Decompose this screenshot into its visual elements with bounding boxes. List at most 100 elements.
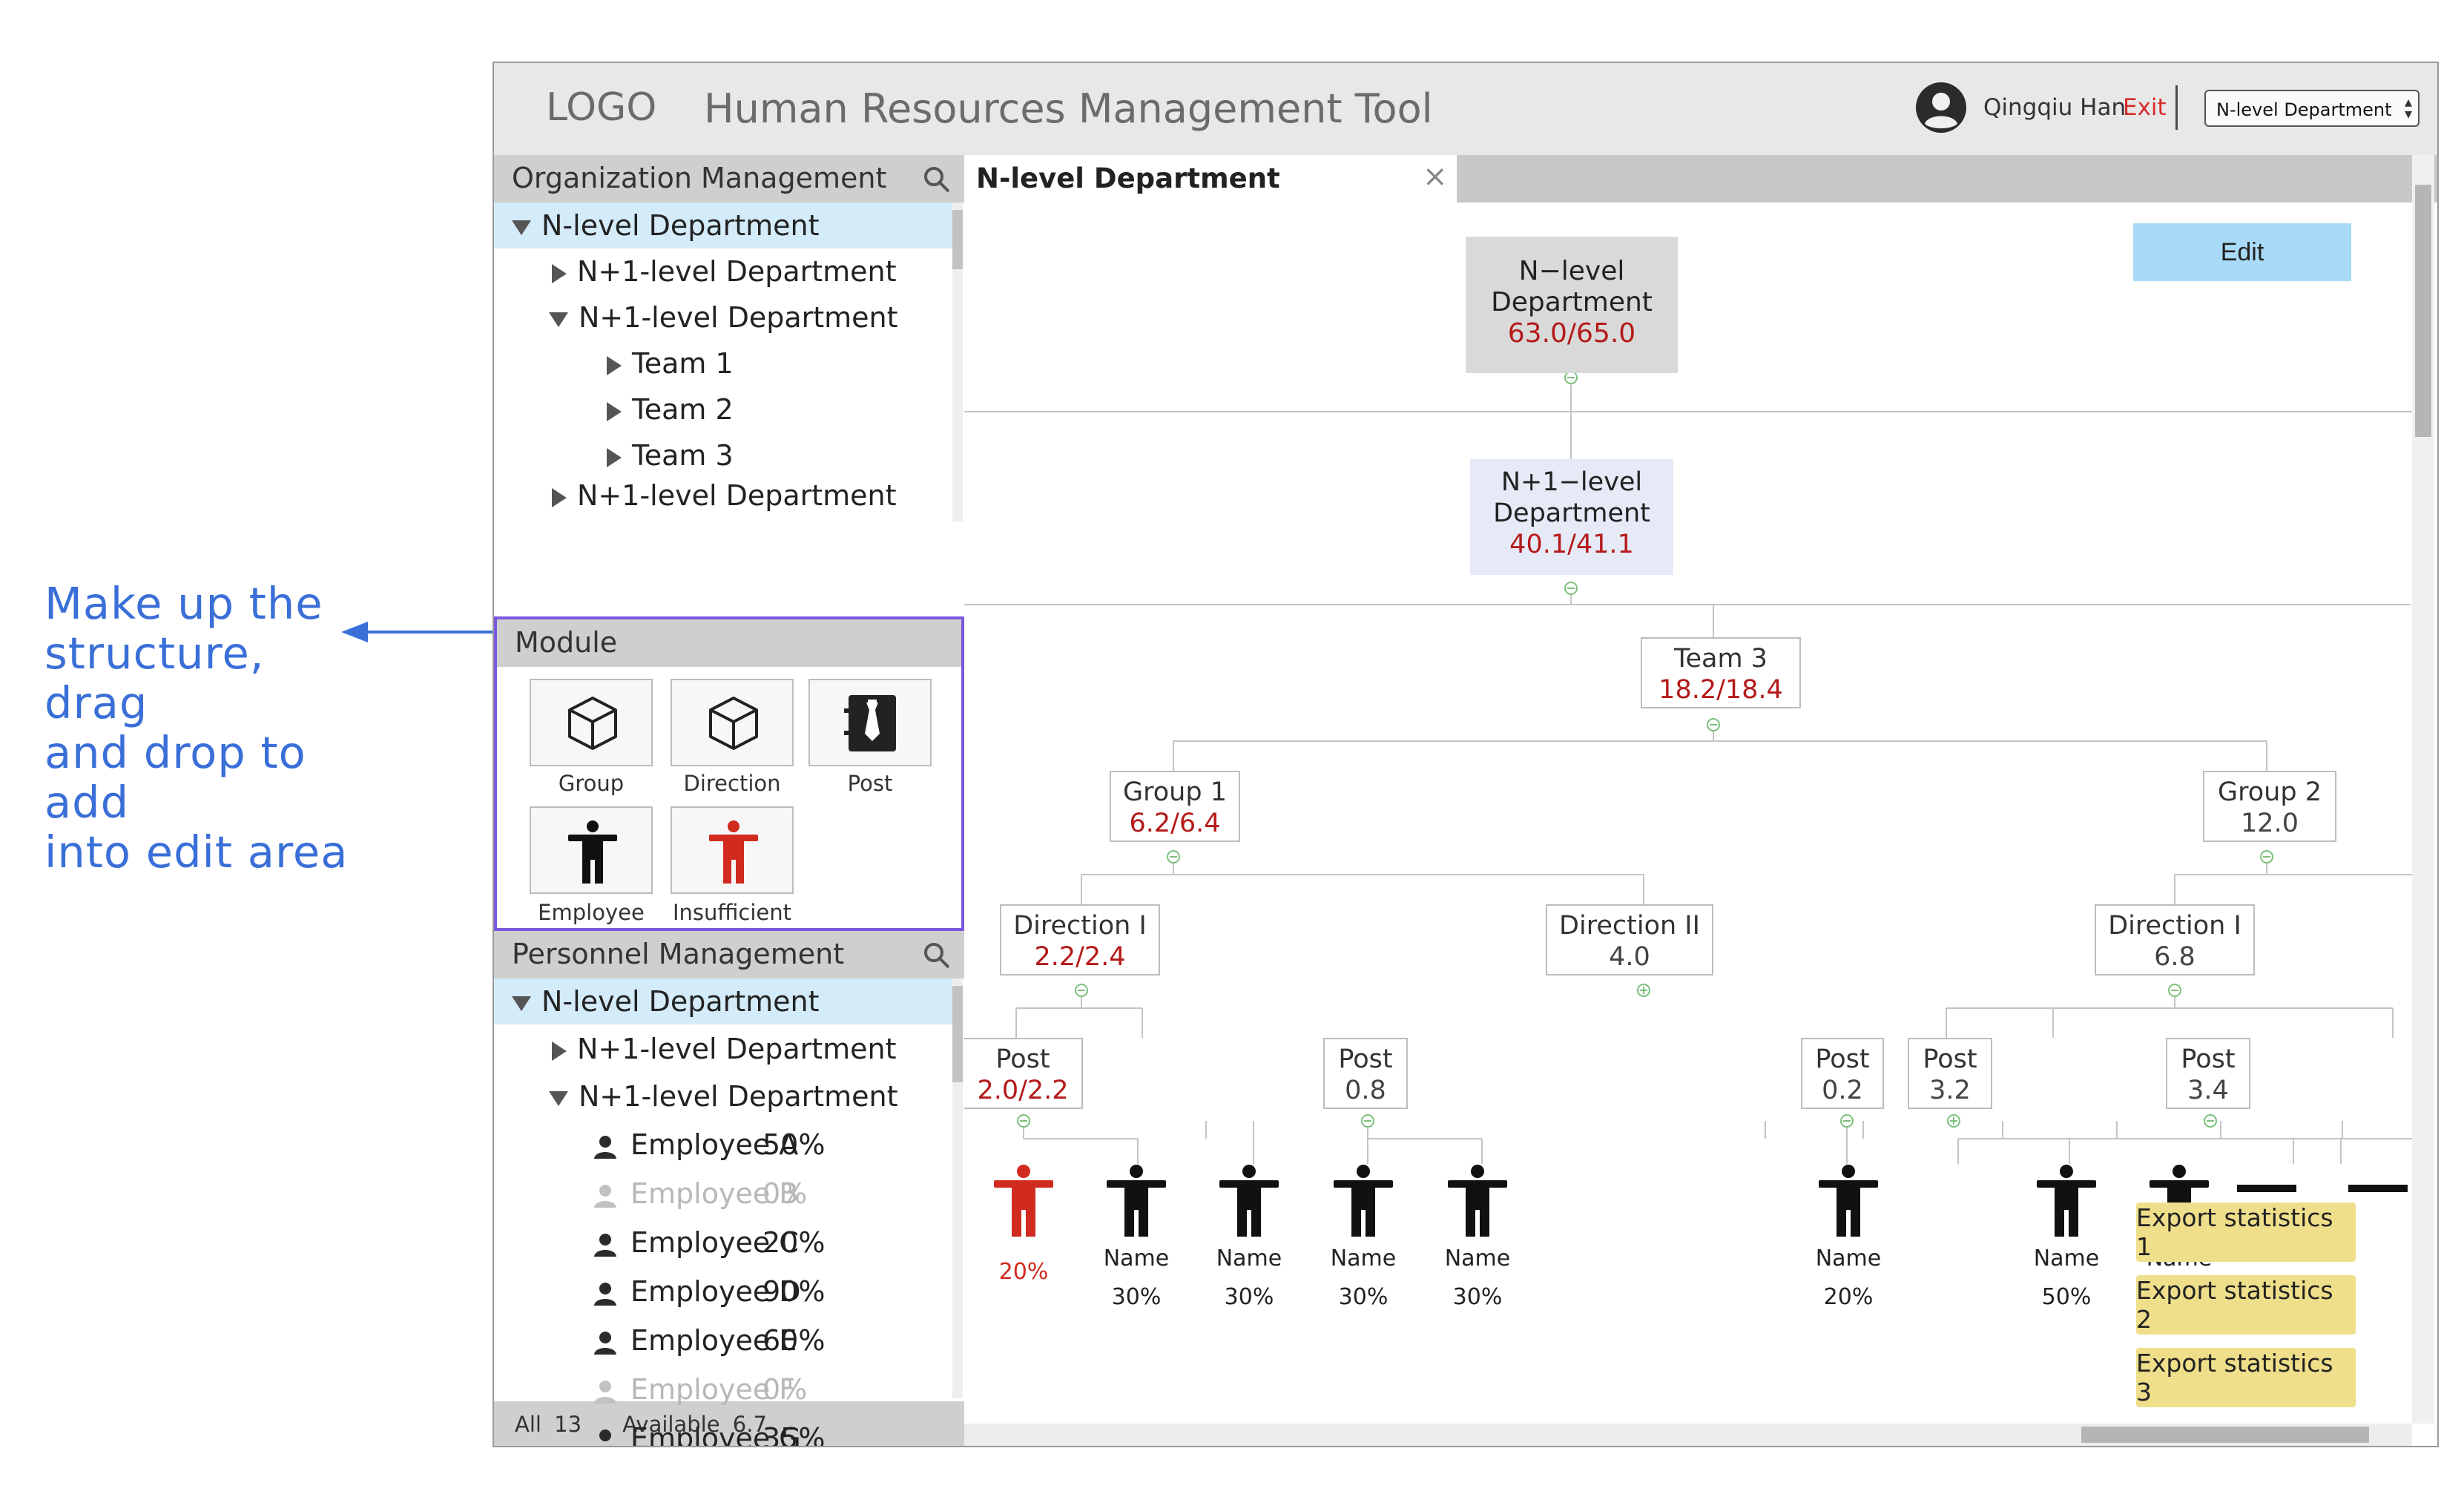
person-icon[interactable] xyxy=(1811,1164,1885,1238)
node-post[interactable]: Post 0.2 xyxy=(1801,1038,1884,1109)
person-icon xyxy=(2237,1185,2408,1192)
user-name: Qingqiu Han xyxy=(1983,94,2127,121)
search-icon[interactable] xyxy=(923,165,951,194)
node-direction-ii[interactable]: Direction II 4.0 xyxy=(1546,904,1713,975)
personnel-scroll-thumb[interactable] xyxy=(952,986,963,1082)
tree-item-team-1[interactable]: Team 1 xyxy=(607,340,734,386)
module-label: Group xyxy=(558,771,625,796)
person-name: Name xyxy=(1330,1246,1397,1271)
person-icon[interactable] xyxy=(1326,1164,1400,1238)
tree-item-team-2[interactable]: Team 2 xyxy=(607,386,734,432)
node-value: 63.0/65.0 xyxy=(1507,318,1636,349)
module-group[interactable] xyxy=(530,679,653,766)
node-team-3[interactable]: Team 3 18.2/18.4 xyxy=(1641,637,1801,708)
export-statistics-1[interactable]: Export statistics 1 xyxy=(2136,1202,2356,1262)
org-scrollbar[interactable] xyxy=(952,203,963,522)
caret-down-icon[interactable] xyxy=(512,220,531,235)
person-allocation: 20% xyxy=(1823,1284,1874,1310)
caret-right-icon[interactable] xyxy=(607,355,622,375)
export-statistics-3[interactable]: Export statistics 3 xyxy=(2136,1348,2356,1407)
module-label: Employee xyxy=(538,900,645,925)
tree-item-n1-level-department[interactable]: N+1-level Department xyxy=(552,1026,897,1072)
caret-right-icon[interactable] xyxy=(552,487,567,507)
all-label: All xyxy=(515,1412,541,1437)
caret-down-icon[interactable] xyxy=(549,312,568,327)
tree-item-n1-level-department[interactable]: N+1-level Department xyxy=(552,473,897,519)
node-direction-i[interactable]: Direction I 2.2/2.4 xyxy=(1000,904,1160,975)
module-panel-header: Module xyxy=(497,619,961,667)
employee-row[interactable]: Employee C 20% xyxy=(592,1219,825,1266)
node-title: Direction I xyxy=(2108,911,2241,941)
person-icon[interactable] xyxy=(1440,1164,1515,1238)
tree-item-n1-level-department[interactable]: N+1-level Department xyxy=(552,249,897,295)
tree-item-n1-level-department[interactable]: N+1-level Department xyxy=(549,1073,898,1119)
node-post[interactable]: Post 2.0/2.2 xyxy=(964,1038,1083,1109)
user-icon xyxy=(594,1233,616,1257)
node-title: Direction I xyxy=(1013,911,1147,941)
employee-row[interactable]: Employee F 0% xyxy=(592,1366,807,1413)
tree-item-label: N+1-level Department xyxy=(579,301,898,334)
caret-down-icon[interactable] xyxy=(512,996,531,1011)
node-n1-level-department[interactable]: N+1−level Department 40.1/41.1 xyxy=(1470,459,1673,575)
employee-row[interactable]: Employee B 0% xyxy=(592,1170,807,1217)
tree-item-team-3[interactable]: Team 3 xyxy=(607,432,734,478)
insufficient-person-icon[interactable] xyxy=(986,1164,1061,1238)
vertical-scroll-thumb[interactable] xyxy=(2415,185,2431,437)
person-icon[interactable] xyxy=(2029,1164,2104,1238)
employee-allocation: 60% xyxy=(762,1324,826,1357)
search-icon[interactable] xyxy=(923,941,951,970)
caret-right-icon[interactable] xyxy=(607,401,622,421)
tree-item-n-level-department[interactable]: N-level Department xyxy=(494,203,954,249)
cube-icon xyxy=(568,697,617,750)
caret-down-icon[interactable] xyxy=(549,1090,568,1106)
node-value: 0.2 xyxy=(1822,1076,1863,1105)
employee-row[interactable]: Employee A 50% xyxy=(592,1121,825,1168)
person-name: Name xyxy=(1444,1246,1511,1271)
employee-row[interactable]: Employee G 35% xyxy=(592,1415,825,1446)
tree-item-label: N+1-level Department xyxy=(579,1080,898,1113)
logo: LOGO xyxy=(546,85,657,130)
node-value: 3.2 xyxy=(1929,1076,1971,1105)
employee-row[interactable]: Employee D 90% xyxy=(592,1268,825,1315)
person-name: Name xyxy=(1216,1246,1282,1271)
node-post[interactable]: Post 3.4 xyxy=(2166,1038,2250,1109)
export-statistics-2[interactable]: Export statistics 2 xyxy=(2136,1275,2356,1335)
app-title: Human Resources Management Tool xyxy=(704,85,1433,132)
edit-area-vertical-scrollbar[interactable] xyxy=(2412,155,2434,1424)
module-insufficient[interactable] xyxy=(671,806,794,894)
caret-right-icon[interactable] xyxy=(607,447,622,467)
user-icon xyxy=(594,1135,616,1159)
edit-area-horizontal-scrollbar[interactable] xyxy=(964,1424,2412,1446)
node-group-1[interactable]: Group 1 6.2/6.4 xyxy=(1110,771,1240,842)
person-name: Name xyxy=(1103,1246,1170,1271)
node-subtitle: Department xyxy=(1493,499,1650,528)
employee-row[interactable]: Employee E 60% xyxy=(592,1317,825,1364)
node-n-level-department[interactable]: N−level Department 63.0/65.0 xyxy=(1466,237,1678,373)
node-direction-i[interactable]: Direction I 6.8 xyxy=(2095,904,2255,975)
node-group-2[interactable]: Group 2 12.0 xyxy=(2203,771,2336,842)
annotation-line: structure, drag xyxy=(45,628,265,728)
exit-link[interactable]: Exit xyxy=(2123,94,2167,121)
module-post[interactable] xyxy=(808,679,932,766)
module-panel: Module Group Direction Post Employee Ins… xyxy=(494,616,964,931)
node-post[interactable]: Post 0.8 xyxy=(1323,1038,1408,1109)
edit-area[interactable]: N-level Department × Edit N−level Depart… xyxy=(964,155,2437,1446)
node-post[interactable]: Post 3.2 xyxy=(1908,1038,1992,1109)
horizontal-scroll-thumb[interactable] xyxy=(2081,1427,2369,1443)
tree-item-n1-level-department[interactable]: N+1-level Department xyxy=(549,295,898,340)
annotation-line: Make up the xyxy=(45,578,323,629)
tree-item-n-level-department[interactable]: N-level Department xyxy=(494,978,954,1024)
person-icon[interactable] xyxy=(1212,1164,1286,1238)
department-select[interactable]: N-level Department ▴ ▾ xyxy=(2204,90,2419,127)
caret-right-icon[interactable] xyxy=(552,1041,567,1061)
module-direction[interactable] xyxy=(671,679,794,766)
org-scroll-thumb[interactable] xyxy=(952,210,963,269)
person-name: Name xyxy=(2033,1246,2100,1271)
personnel-panel-title: Personnel Management xyxy=(512,938,845,970)
module-employee[interactable] xyxy=(530,806,653,894)
avatar-icon[interactable] xyxy=(1914,81,1968,134)
caret-right-icon[interactable] xyxy=(552,263,567,283)
personnel-scrollbar[interactable] xyxy=(952,978,963,1398)
node-subtitle: Department xyxy=(1491,287,1653,318)
person-icon[interactable] xyxy=(1099,1164,1173,1238)
